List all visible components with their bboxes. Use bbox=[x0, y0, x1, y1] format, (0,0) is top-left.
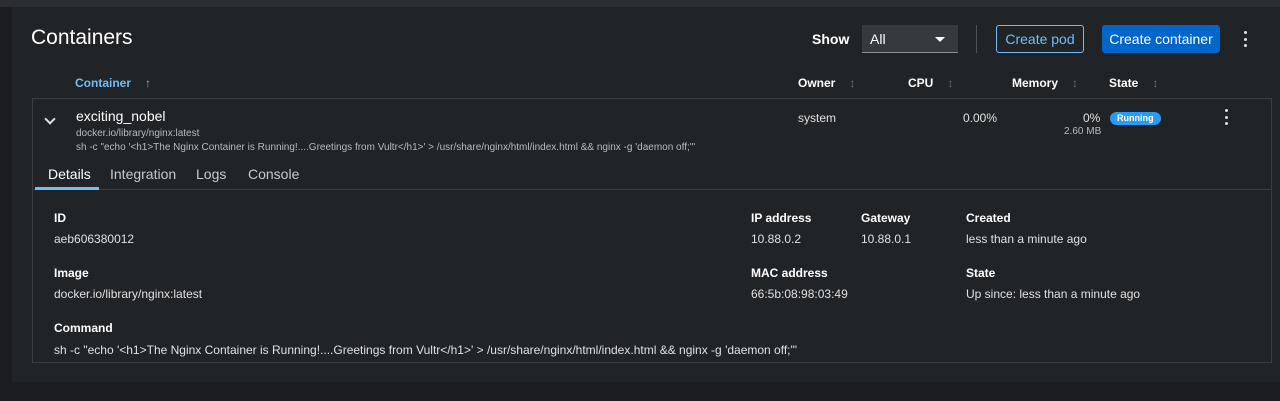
tab-integration[interactable]: Integration bbox=[110, 166, 176, 182]
container-name[interactable]: exciting_nobel bbox=[76, 108, 166, 124]
active-tab-indicator bbox=[35, 187, 99, 190]
create-pod-button[interactable]: Create pod bbox=[996, 25, 1084, 53]
detail-command-label: Command bbox=[54, 321, 113, 335]
memory-size: 2.60 MB bbox=[1064, 126, 1102, 137]
column-header-container[interactable]: Container ↑ bbox=[75, 76, 151, 90]
column-header-state-label: State bbox=[1109, 76, 1139, 90]
containers-card: Containers Show All Create pod Create co… bbox=[12, 7, 1280, 382]
memory-percent: 0% bbox=[1083, 111, 1101, 125]
detail-gateway-label: Gateway bbox=[861, 211, 911, 225]
detail-ip-label: IP address bbox=[751, 211, 812, 225]
page-title: Containers bbox=[31, 26, 133, 49]
column-header-owner[interactable]: Owner ↕ bbox=[798, 76, 855, 90]
detail-mac-value: 66:5b:08:98:03:49 bbox=[751, 287, 848, 301]
row-kebab-icon[interactable] bbox=[1221, 109, 1231, 125]
create-container-button[interactable]: Create container bbox=[1102, 25, 1220, 53]
sort-ascending-icon: ↑ bbox=[145, 76, 152, 90]
cpu-value: 0.00% bbox=[963, 111, 998, 125]
sort-icon: ↕ bbox=[1072, 76, 1079, 90]
detail-ip-value: 10.88.0.2 bbox=[751, 232, 802, 246]
detail-state-label: State bbox=[966, 266, 996, 280]
show-filter-value: All bbox=[870, 31, 886, 47]
sort-icon: ↕ bbox=[1152, 76, 1159, 90]
tab-logs[interactable]: Logs bbox=[196, 166, 226, 182]
detail-gateway-value: 10.88.0.1 bbox=[861, 232, 912, 246]
container-command: sh -c "echo '<h1>The Nginx Container is … bbox=[76, 142, 696, 153]
column-header-cpu[interactable]: CPU ↕ bbox=[908, 76, 953, 90]
chevron-down-icon[interactable] bbox=[44, 113, 56, 125]
column-header-memory-label: Memory bbox=[1012, 76, 1059, 90]
table-row: exciting_nobel docker.io/library/nginx:l… bbox=[32, 98, 1272, 363]
show-filter-label: Show bbox=[812, 31, 850, 47]
column-header-cpu-label: CPU bbox=[908, 76, 934, 90]
detail-state-value: Up since: less than a minute ago bbox=[966, 287, 1141, 301]
toolbar-divider bbox=[976, 25, 977, 53]
detail-id-label: ID bbox=[54, 211, 66, 225]
detail-id-value: aeb606380012 bbox=[54, 232, 135, 246]
detail-created-value: less than a minute ago bbox=[966, 232, 1087, 246]
column-header-container-label: Container bbox=[75, 76, 132, 90]
toolbar-kebab-icon[interactable] bbox=[1240, 31, 1250, 47]
sort-icon: ↕ bbox=[947, 76, 954, 90]
detail-command-value: sh -c "echo '<h1>The Nginx Container is … bbox=[54, 343, 798, 357]
column-header-state[interactable]: State ↕ bbox=[1109, 76, 1158, 90]
column-header-memory[interactable]: Memory ↕ bbox=[1012, 76, 1078, 90]
caret-down-icon bbox=[935, 37, 945, 42]
owner-value: system bbox=[798, 111, 837, 125]
detail-created-label: Created bbox=[966, 211, 1011, 225]
tab-console[interactable]: Console bbox=[248, 166, 299, 182]
status-badge: Running bbox=[1110, 112, 1161, 125]
tab-details[interactable]: Details bbox=[48, 166, 91, 182]
container-image: docker.io/library/nginx:latest bbox=[76, 128, 200, 139]
detail-image-label: Image bbox=[54, 266, 89, 280]
top-strip bbox=[0, 0, 1280, 7]
show-filter-select[interactable]: All bbox=[862, 25, 958, 53]
sort-icon: ↕ bbox=[849, 76, 856, 90]
column-header-owner-label: Owner bbox=[798, 76, 836, 90]
detail-mac-label: MAC address bbox=[751, 266, 828, 280]
detail-image-value: docker.io/library/nginx:latest bbox=[54, 287, 203, 301]
detail-tabs: Details Integration Logs Console bbox=[33, 159, 1271, 190]
